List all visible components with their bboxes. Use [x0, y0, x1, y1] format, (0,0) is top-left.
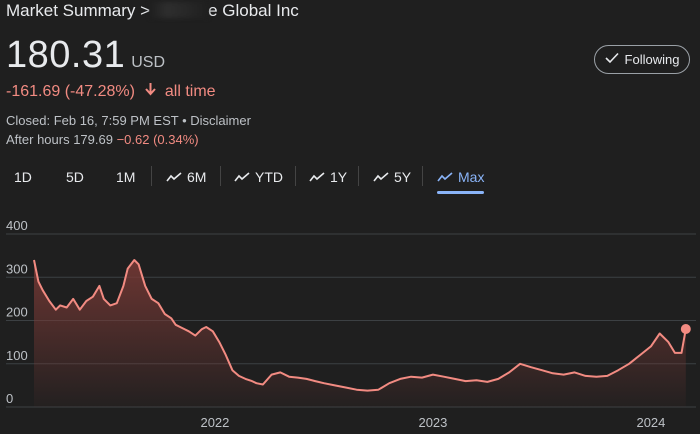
tab-6m[interactable]: 6M	[166, 160, 206, 194]
following-label: Following	[624, 52, 680, 67]
currency-label: USD	[131, 54, 166, 71]
price-chart[interactable]: 0 100 200 300 400 2022 2023 2024	[0, 218, 700, 434]
current-price-marker	[680, 324, 691, 335]
x-tick-label: 2024	[636, 415, 665, 430]
after-hours-change: −0.62 (0.34%)	[116, 132, 199, 147]
x-tick-label: 2022	[200, 415, 229, 430]
change-value: -161.69 (-47.28%)	[6, 83, 135, 100]
after-hours: After hours 179.69 −0.62 (0.34%)	[6, 132, 199, 147]
time-range-tabs: 1D 5D 1M 6M YTD 1Y 5Y Max	[0, 160, 700, 194]
tab-5y[interactable]: 5Y	[373, 160, 411, 194]
y-tick-label: 0	[6, 391, 13, 406]
y-tick-label: 400	[6, 218, 28, 233]
breadcrumb-company: e Global Inc	[208, 1, 299, 20]
tab-divider	[422, 166, 423, 186]
disclaimer-link[interactable]: Disclaimer	[190, 113, 251, 128]
stock-price: 180.31	[6, 34, 126, 76]
tab-label: 6M	[187, 169, 207, 185]
tab-label: 1M	[116, 169, 136, 185]
tab-1d[interactable]: 1D	[14, 160, 32, 194]
after-hours-price: After hours 179.69	[6, 132, 113, 147]
closed-text: Closed: Feb 16, 7:59 PM EST	[6, 113, 179, 128]
tab-divider	[220, 166, 221, 186]
tab-label: 5D	[66, 169, 84, 185]
tab-divider	[295, 166, 296, 186]
trend-line-icon	[309, 169, 325, 185]
change-period: all time	[164, 83, 216, 100]
tab-1m[interactable]: 1M	[116, 160, 135, 194]
checkmark-icon	[604, 52, 619, 67]
trend-line-icon	[373, 169, 389, 185]
breadcrumb: Market Summary > e Global Inc	[6, 1, 299, 21]
tab-1y[interactable]: 1Y	[309, 160, 347, 194]
y-tick-label: 300	[6, 261, 28, 276]
market-status: Closed: Feb 16, 7:59 PM EST • Disclaimer	[6, 113, 251, 128]
trend-line-icon	[166, 169, 182, 185]
active-tab-underline	[437, 191, 485, 194]
tab-divider	[151, 166, 152, 186]
tab-label: Max	[458, 169, 485, 185]
redacted-company-name	[150, 2, 209, 18]
price-row: 180.31 USD	[6, 34, 165, 77]
price-change: -161.69 (-47.28%) all time	[6, 83, 216, 101]
following-button[interactable]: Following	[594, 45, 690, 74]
x-tick-label: 2023	[418, 415, 447, 430]
tab-divider	[358, 166, 359, 186]
tab-label: 1D	[14, 169, 32, 185]
tab-label: 1Y	[330, 169, 348, 185]
price-area	[34, 260, 686, 407]
trend-line-icon	[234, 169, 250, 185]
tab-label: YTD	[255, 169, 283, 185]
tab-ytd[interactable]: YTD	[234, 160, 283, 194]
tab-max[interactable]: Max	[437, 160, 485, 194]
down-arrow-icon	[141, 83, 161, 100]
y-tick-label: 200	[6, 305, 28, 320]
y-tick-label: 100	[6, 348, 28, 363]
trend-line-icon	[437, 169, 453, 185]
breadcrumb-prefix[interactable]: Market Summary >	[6, 1, 150, 20]
tab-label: 5Y	[394, 169, 412, 185]
tab-5d[interactable]: 5D	[66, 160, 84, 194]
